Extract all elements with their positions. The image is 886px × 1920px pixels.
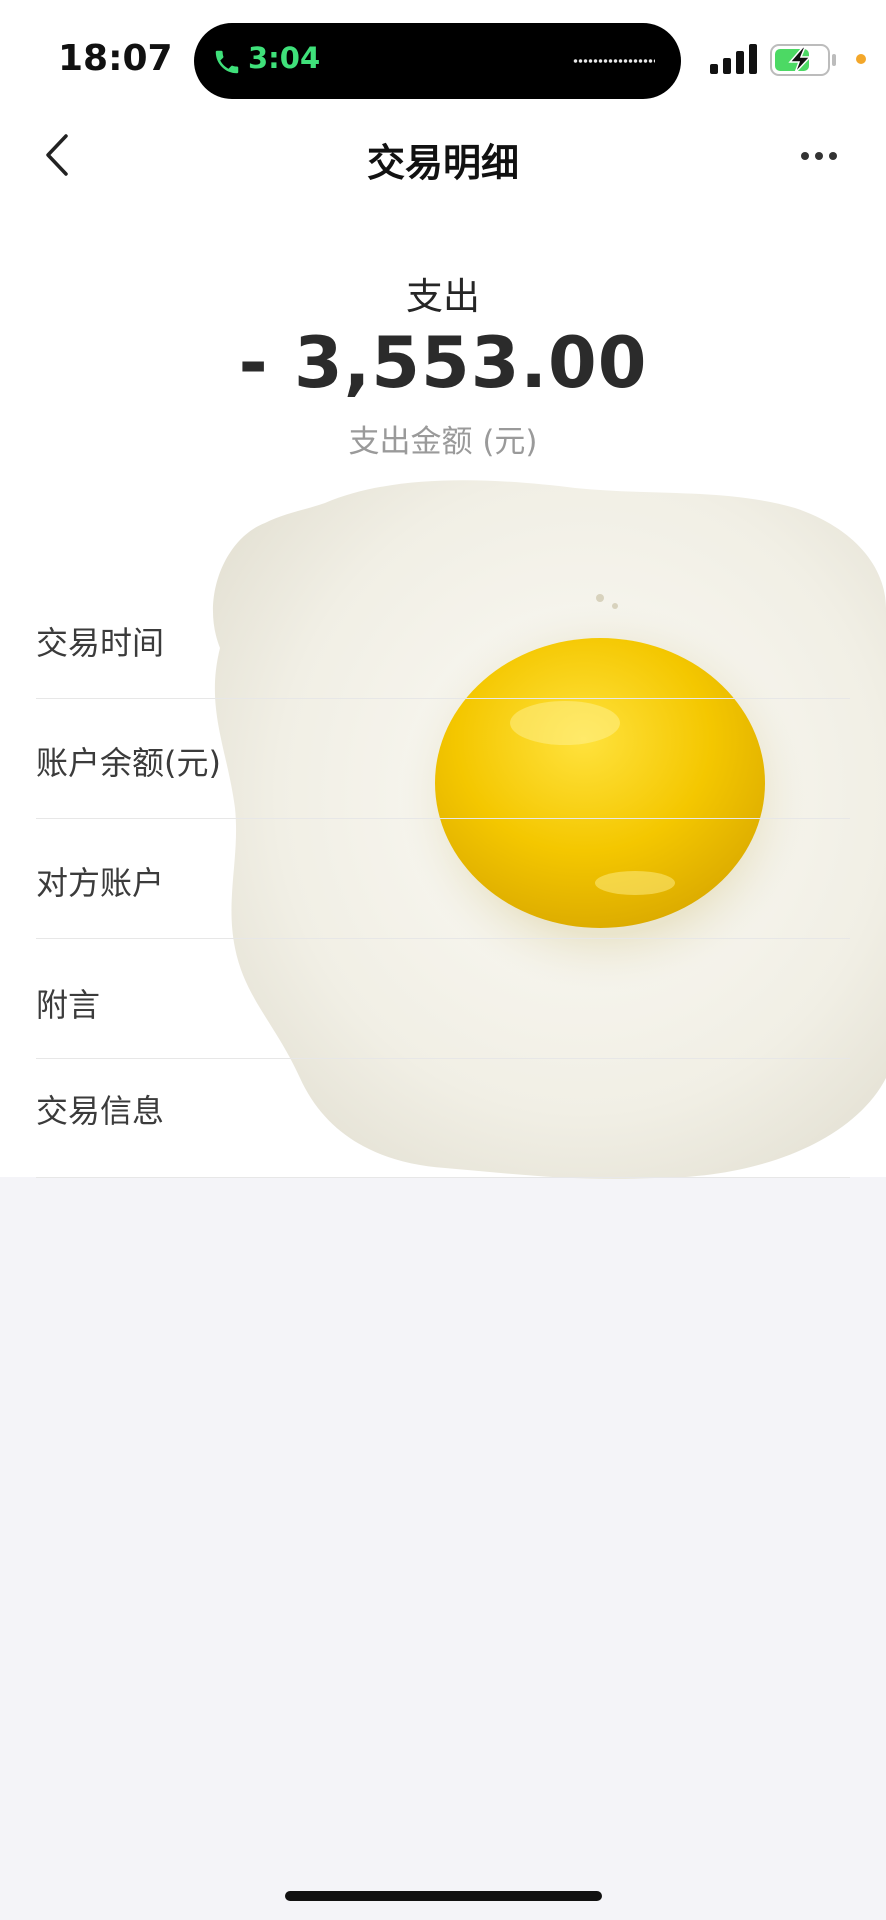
detail-label: 对方账户 [36, 864, 165, 902]
active-call-pill[interactable]: 3:04 [194, 23, 681, 99]
home-indicator[interactable] [285, 1891, 602, 1901]
detail-label: 附言 [36, 986, 101, 1024]
audio-wave-icon [573, 59, 655, 63]
detail-label: 账户余额(元) [36, 744, 221, 782]
more-options-icon[interactable] [800, 150, 838, 162]
privacy-indicator-dot [856, 54, 866, 64]
transaction-type-label: 支出 [406, 275, 480, 318]
detail-row-account-balance: 账户余额(元) [36, 698, 850, 819]
detail-row-remark: 附言 [36, 938, 850, 1059]
call-timer: 3:04 [248, 41, 321, 75]
detail-label: 交易时间 [36, 624, 165, 662]
detail-row-counterparty-account: 对方账户 [36, 818, 850, 939]
battery-charging-icon [770, 44, 836, 76]
amount-caption: 支出金额 (元) [348, 424, 538, 460]
status-bar-time: 18:07 [58, 38, 173, 79]
cellular-signal-icon [710, 44, 757, 74]
transaction-amount: - 3,553.00 [238, 322, 648, 404]
detail-row-transaction-time: 交易时间 [36, 598, 850, 699]
phone-icon [215, 50, 239, 74]
detail-label: 交易信息 [36, 1092, 165, 1130]
detail-row-transaction-info: 交易信息 [36, 1058, 850, 1178]
page-title: 交易明细 [366, 141, 519, 185]
